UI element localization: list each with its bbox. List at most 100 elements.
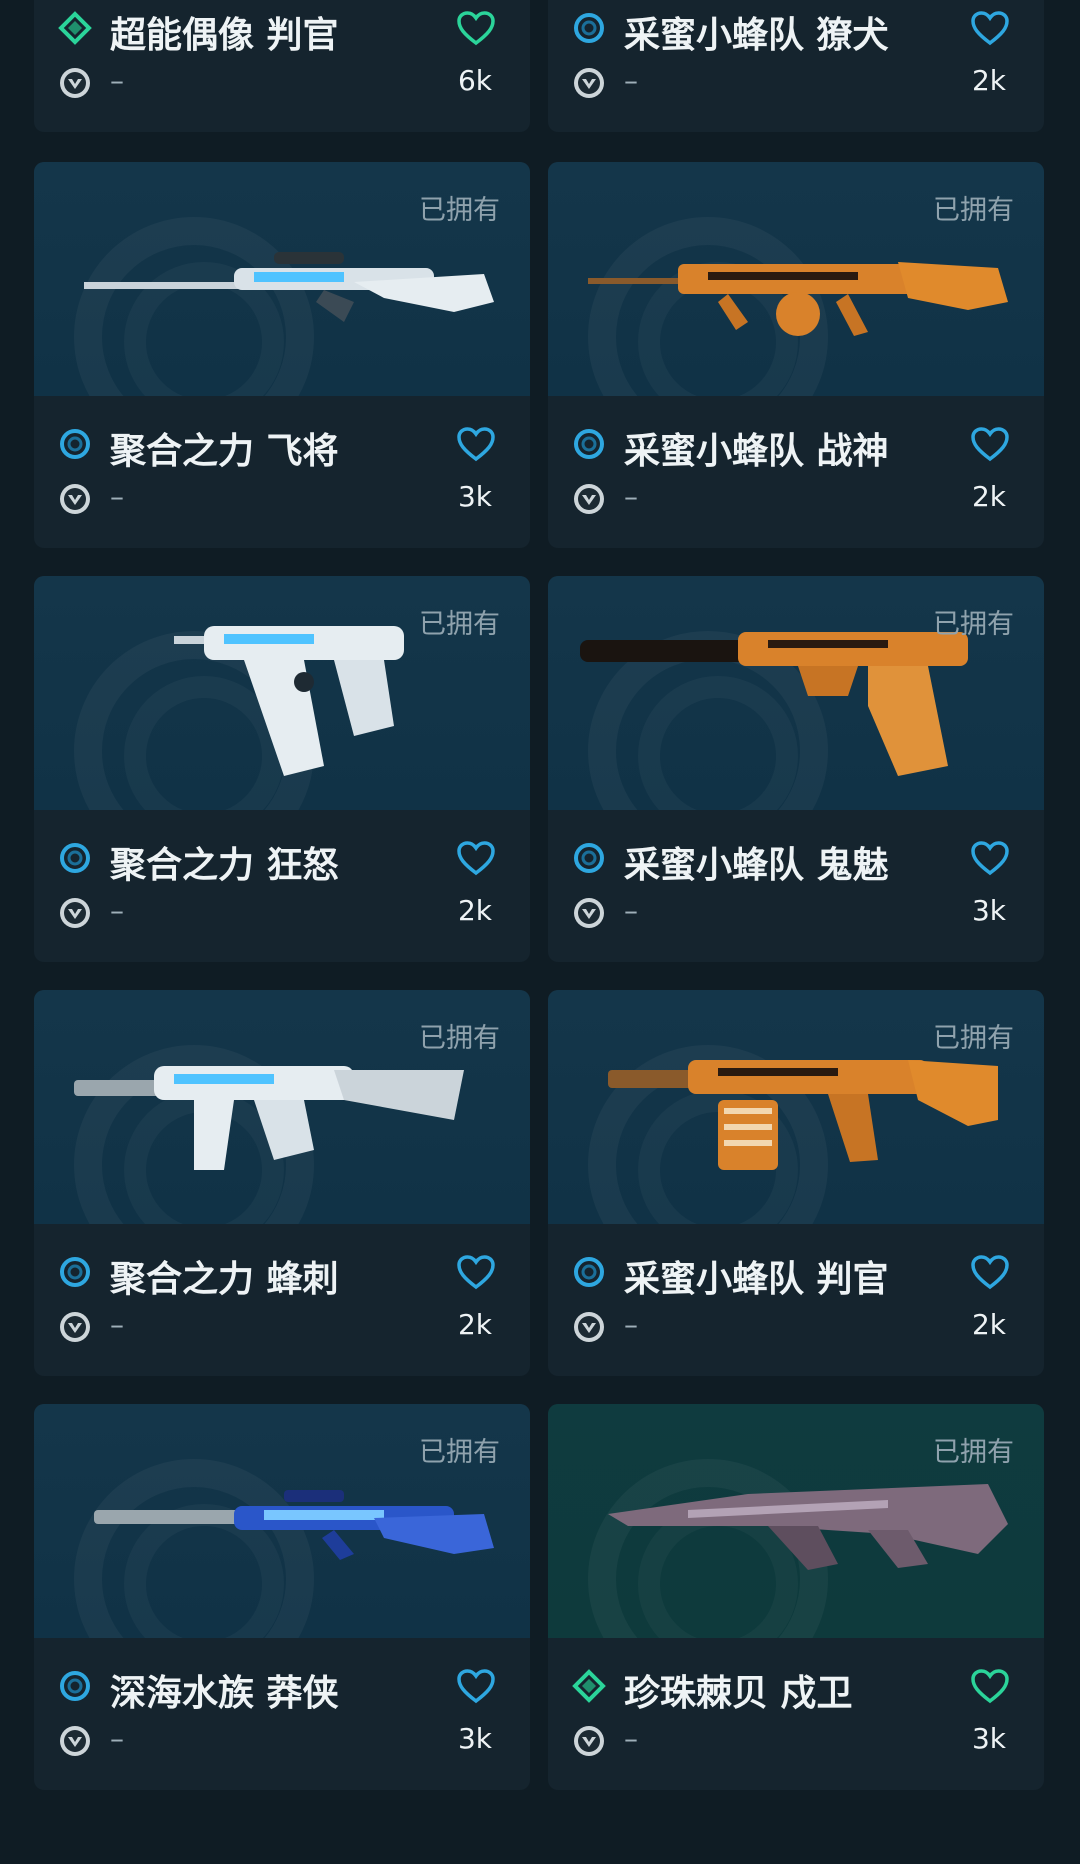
skin-image: 已拥有 — [548, 576, 1044, 810]
favorite-heart-icon[interactable] — [456, 1668, 496, 1704]
owned-label: 已拥有 — [933, 609, 1014, 640]
favorite-count: 3k — [971, 894, 1006, 927]
rifle-purple-gun-image — [608, 1484, 1008, 1570]
favorite-count: 3k — [971, 1722, 1006, 1755]
owned-label: 已拥有 — [933, 195, 1014, 226]
skin-name: 采蜜小蜂队 战神 — [624, 431, 889, 472]
valorant-points-icon — [574, 1726, 604, 1756]
price-dash: – — [624, 1722, 638, 1755]
skin-image: 已拥有 — [548, 990, 1044, 1224]
price-dash: – — [624, 894, 638, 927]
skin-name: 采蜜小蜂队 獠犬 — [624, 15, 889, 56]
card-info: 聚合之力 蜂刺 – 2k — [34, 1224, 530, 1376]
owned-label: 已拥有 — [419, 1023, 500, 1054]
skin-card[interactable]: 已拥有 聚合之力 蜂刺 – 2k — [34, 990, 530, 1376]
skin-name: 深海水族 莽侠 — [110, 1673, 339, 1714]
sniper-white-gun-image — [84, 252, 494, 322]
card-info: 超能偶像 判官 – 6k — [34, 0, 530, 132]
tier-blue-icon — [574, 1257, 604, 1287]
skin-card[interactable]: 已拥有 采蜜小蜂队 鬼魅 – 3k — [548, 576, 1044, 962]
favorite-heart-icon[interactable] — [970, 1668, 1010, 1704]
favorite-count: 2k — [971, 64, 1006, 97]
skin-card[interactable]: 已拥有 聚合之力 狂怒 – 2k — [34, 576, 530, 962]
price-dash: – — [624, 480, 638, 513]
valorant-points-icon — [574, 484, 604, 514]
price-dash: – — [624, 1308, 638, 1341]
valorant-points-icon — [60, 484, 90, 514]
skin-image: 已拥有 — [34, 576, 530, 810]
owned-label: 已拥有 — [419, 195, 500, 226]
tier-blue-icon — [574, 429, 604, 459]
card-info: 采蜜小蜂队 判官 – 2k — [548, 1224, 1044, 1376]
valorant-points-icon — [60, 1312, 90, 1342]
skin-card[interactable]: 已拥有 采蜜小蜂队 判官 – 2k — [548, 990, 1044, 1376]
price-dash: – — [110, 64, 124, 97]
skin-card[interactable]: 已拥有 珍珠棘贝 戍卫 – 3k — [548, 1404, 1044, 1790]
card-info: 采蜜小蜂队 獠犬 – 2k — [548, 0, 1044, 132]
favorite-count: 3k — [457, 1722, 492, 1755]
price-dash: – — [110, 1308, 124, 1341]
skin-card[interactable]: 超能偶像 判官 – 6k — [34, 0, 530, 132]
card-info: 采蜜小蜂队 战神 – 2k — [548, 396, 1044, 548]
tier-blue-icon — [60, 843, 90, 873]
tier-blue-icon — [574, 13, 604, 43]
favorite-count: 2k — [971, 480, 1006, 513]
card-info: 聚合之力 飞将 – 3k — [34, 396, 530, 548]
skin-name: 采蜜小蜂队 判官 — [624, 1259, 889, 1300]
skin-card[interactable]: 已拥有 深海水族 莽侠 – 3k — [34, 1404, 530, 1790]
skin-image: 已拥有 — [34, 990, 530, 1224]
tier-blue-icon — [60, 1671, 90, 1701]
price-dash: – — [110, 480, 124, 513]
skin-image: 已拥有 — [34, 162, 530, 396]
tier-green-icon — [572, 1669, 606, 1703]
skin-card[interactable]: 采蜜小蜂队 獠犬 – 2k — [548, 0, 1044, 132]
skin-card[interactable]: 已拥有 采蜜小蜂队 战神 – 2k — [548, 162, 1044, 548]
valorant-points-icon — [60, 68, 90, 98]
skin-image: 已拥有 — [34, 1404, 530, 1638]
tier-green-icon — [58, 11, 92, 45]
valorant-points-icon — [60, 1726, 90, 1756]
skin-image: 已拥有 — [548, 1404, 1044, 1638]
price-dash: – — [110, 1722, 124, 1755]
skin-name: 聚合之力 狂怒 — [110, 845, 339, 886]
owned-label: 已拥有 — [933, 1437, 1014, 1468]
skin-name: 采蜜小蜂队 鬼魅 — [624, 845, 889, 886]
favorite-heart-icon[interactable] — [970, 426, 1010, 462]
favorite-heart-icon[interactable] — [456, 1254, 496, 1290]
favorite-count: 6k — [457, 64, 492, 97]
favorite-heart-icon[interactable] — [456, 840, 496, 876]
owned-label: 已拥有 — [419, 609, 500, 640]
card-info: 珍珠棘贝 戍卫 – 3k — [548, 1638, 1044, 1790]
favorite-heart-icon[interactable] — [456, 426, 496, 462]
price-dash: – — [624, 64, 638, 97]
skin-name: 聚合之力 蜂刺 — [110, 1259, 339, 1300]
smg-white-gun-image — [174, 626, 404, 776]
pistol-orange-gun-image — [580, 632, 968, 776]
skin-name: 聚合之力 飞将 — [110, 431, 339, 472]
sniper-blue-gun-image — [94, 1490, 494, 1560]
smg2-white-gun-image — [74, 1066, 464, 1170]
favorite-heart-icon[interactable] — [456, 10, 496, 46]
favorite-count: 2k — [457, 1308, 492, 1341]
card-info: 聚合之力 狂怒 – 2k — [34, 810, 530, 962]
skin-name: 超能偶像 判官 — [110, 15, 339, 56]
lmg-orange-gun-image — [588, 262, 1008, 336]
tier-blue-icon — [60, 1257, 90, 1287]
favorite-heart-icon[interactable] — [970, 840, 1010, 876]
skin-name: 珍珠棘贝 戍卫 — [624, 1673, 853, 1714]
skin-card[interactable]: 已拥有 聚合之力 飞将 – 3k — [34, 162, 530, 548]
owned-label: 已拥有 — [419, 1437, 500, 1468]
tier-blue-icon — [60, 429, 90, 459]
favorite-heart-icon[interactable] — [970, 1254, 1010, 1290]
card-info: 深海水族 莽侠 – 3k — [34, 1638, 530, 1790]
skin-image: 已拥有 — [548, 162, 1044, 396]
valorant-points-icon — [574, 68, 604, 98]
favorite-count: 2k — [971, 1308, 1006, 1341]
valorant-points-icon — [574, 1312, 604, 1342]
valorant-points-icon — [574, 898, 604, 928]
price-dash: – — [110, 894, 124, 927]
owned-label: 已拥有 — [933, 1023, 1014, 1054]
favorite-heart-icon[interactable] — [970, 10, 1010, 46]
favorite-count: 2k — [457, 894, 492, 927]
favorite-count: 3k — [457, 480, 492, 513]
